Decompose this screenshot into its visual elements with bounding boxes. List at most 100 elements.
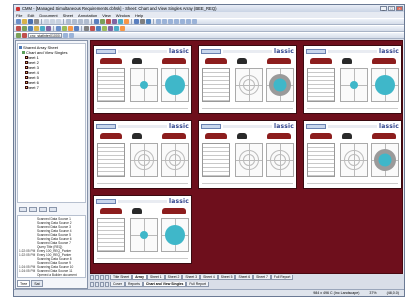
collapse-button[interactable] xyxy=(29,206,37,212)
import-icon[interactable] xyxy=(46,26,51,31)
cut-icon[interactable] xyxy=(44,19,49,24)
vehicle-image xyxy=(162,133,186,139)
copy-icon[interactable] xyxy=(50,19,55,24)
options-button[interactable] xyxy=(49,206,57,212)
paste-icon[interactable] xyxy=(56,19,61,24)
menu-document[interactable]: Document xyxy=(39,13,57,18)
tree-item[interactable]: Sheet 7 xyxy=(19,85,84,90)
array-icon[interactable] xyxy=(62,26,67,31)
sheet-tab[interactable]: Full Report xyxy=(270,275,294,280)
sheet-tab[interactable]: Sheet 2 xyxy=(164,275,183,280)
sheet-tab[interactable]: Title Sheet xyxy=(110,275,133,280)
main-toolbar xyxy=(14,18,404,25)
forward-icon[interactable] xyxy=(84,19,89,24)
vertical-scrollbar[interactable] xyxy=(403,40,404,274)
report-sheet-thumbnail[interactable]: lassic xyxy=(303,120,402,189)
view-icon[interactable] xyxy=(112,19,117,24)
tab-next-icon[interactable] xyxy=(100,275,104,280)
sheet-tab[interactable]: Full Report xyxy=(186,282,209,287)
report-sheet-thumbnail[interactable]: lassic xyxy=(198,45,297,114)
align-icon[interactable] xyxy=(108,26,113,31)
report-sheet-thumbnail[interactable]: lassic xyxy=(198,120,297,189)
menu-edit[interactable]: Edit xyxy=(27,13,34,18)
back-icon[interactable] xyxy=(78,19,83,24)
zoom-page-icon[interactable] xyxy=(180,19,185,24)
sheet-tab[interactable]: Reports xyxy=(125,282,143,287)
open-icon[interactable] xyxy=(22,19,27,24)
zoom-width-icon[interactable] xyxy=(174,19,179,24)
tab-last-icon[interactable] xyxy=(105,275,109,280)
zoom-in-icon[interactable] xyxy=(156,19,161,24)
redo-icon[interactable] xyxy=(72,19,77,24)
tab-prev-icon[interactable] xyxy=(95,275,99,280)
link-icon[interactable] xyxy=(74,26,79,31)
tab-prev-icon[interactable] xyxy=(95,282,99,287)
source-input[interactable]: cnc_statInter01000.0 xyxy=(28,33,62,38)
sheet-tab[interactable]: Sheet 5 xyxy=(217,275,236,280)
sheet-tab[interactable]: Sheet 4 xyxy=(200,275,218,280)
tab-next-icon[interactable] xyxy=(100,282,104,287)
apply-icon[interactable] xyxy=(69,33,74,38)
undo-icon[interactable] xyxy=(66,19,71,24)
menu-view[interactable]: View xyxy=(102,13,111,18)
save-icon[interactable] xyxy=(28,19,33,24)
shape-icon[interactable] xyxy=(124,19,129,24)
report-sheet-thumbnail[interactable]: lassic xyxy=(93,45,192,114)
report-sheet-thumbnail[interactable]: lassic xyxy=(93,120,192,189)
image-icon[interactable] xyxy=(118,19,123,24)
zoom-out-icon[interactable] xyxy=(162,19,167,24)
sheet-tab[interactable]: Sheet 7 xyxy=(253,275,271,280)
sheet-workspace[interactable]: lassic lassic lassic lassic lassic lassic lass… xyxy=(90,40,403,274)
zoom-actual-icon[interactable] xyxy=(192,19,197,24)
menu-sheet[interactable]: Sheet xyxy=(63,13,73,18)
stop-icon[interactable] xyxy=(16,26,21,31)
report-sheet-thumbnail[interactable]: lassic xyxy=(303,45,402,114)
close-button[interactable]: × xyxy=(396,6,403,11)
help-icon[interactable] xyxy=(146,19,151,24)
border-icon[interactable] xyxy=(102,26,107,31)
refresh-icon[interactable] xyxy=(28,26,33,31)
font-color-icon[interactable] xyxy=(90,26,95,31)
new-icon[interactable] xyxy=(16,19,21,24)
sheet-tab[interactable]: Array xyxy=(132,275,147,280)
filter-button[interactable] xyxy=(39,206,47,212)
folder-icon[interactable] xyxy=(34,26,39,31)
sheet-tab[interactable]: Chart and View Singles xyxy=(142,282,187,287)
menu-window[interactable]: Window xyxy=(116,13,130,18)
minimize-button[interactable]: _ xyxy=(380,6,387,11)
chart-icon[interactable] xyxy=(94,19,99,24)
menu-annotation[interactable]: Annotation xyxy=(78,13,97,18)
layout-icon[interactable] xyxy=(84,26,89,31)
select-icon[interactable] xyxy=(134,19,139,24)
zoom-select-icon[interactable] xyxy=(186,19,191,24)
sheet-tab[interactable]: Sheet 1 xyxy=(146,275,165,280)
report-sheet-thumbnail[interactable]: lassic xyxy=(93,195,192,264)
sheet-tab[interactable]: Cover xyxy=(110,282,126,287)
tab-first-icon[interactable] xyxy=(90,282,94,287)
tab-tree[interactable]: Tree xyxy=(17,280,31,287)
tab-sat[interactable]: Sat xyxy=(31,280,43,287)
export-icon[interactable] xyxy=(40,26,45,31)
lock-icon[interactable] xyxy=(120,26,125,31)
tab-last-icon[interactable] xyxy=(105,282,109,287)
check-icon[interactable] xyxy=(16,33,21,38)
sheet-tab[interactable]: Sheet 6 xyxy=(235,275,254,280)
expand-button[interactable] xyxy=(19,206,27,212)
tab-first-icon[interactable] xyxy=(90,275,94,280)
text-icon[interactable] xyxy=(140,19,145,24)
sheet-tab[interactable]: Sheet 3 xyxy=(182,275,201,280)
browse-icon[interactable] xyxy=(63,33,68,38)
menu-help[interactable]: Help xyxy=(135,13,143,18)
table-icon[interactable] xyxy=(100,19,105,24)
sheet-icon[interactable] xyxy=(56,26,61,31)
delete-icon[interactable] xyxy=(22,33,27,38)
run-icon[interactable] xyxy=(22,26,27,31)
maximize-button[interactable]: □ xyxy=(388,6,395,11)
fill-icon[interactable] xyxy=(96,26,101,31)
menu-file[interactable]: File xyxy=(16,13,22,18)
report-icon[interactable] xyxy=(106,19,111,24)
print-icon[interactable] xyxy=(34,19,39,24)
zoom-fit-icon[interactable] xyxy=(168,19,173,24)
grid-icon[interactable] xyxy=(114,26,119,31)
filter-icon[interactable] xyxy=(68,26,73,31)
